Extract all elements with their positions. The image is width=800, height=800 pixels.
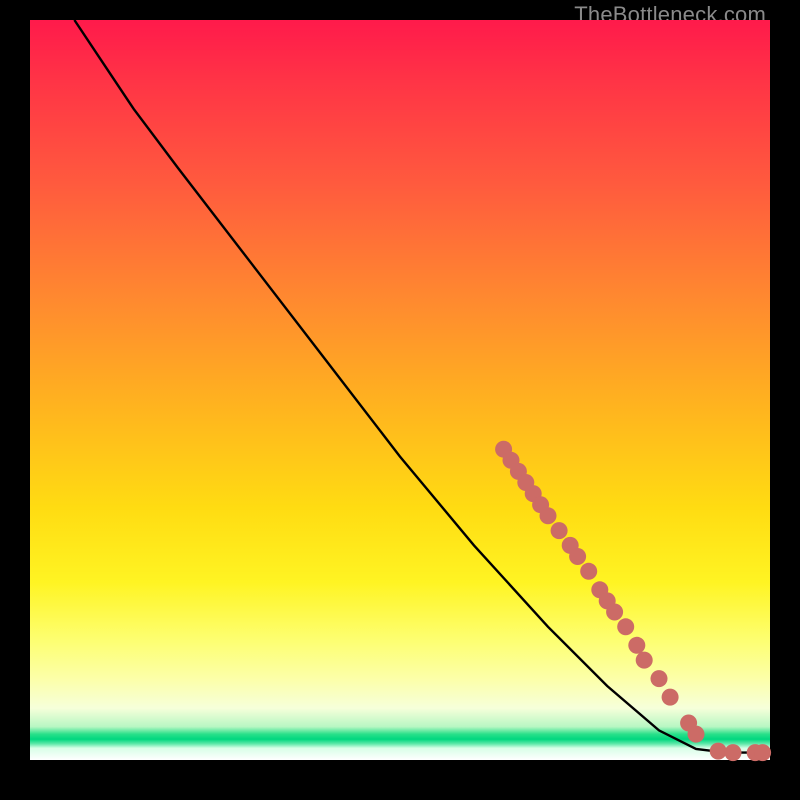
data-marker xyxy=(540,507,557,524)
data-marker xyxy=(725,744,742,761)
data-marker xyxy=(580,563,597,580)
plot-area xyxy=(30,20,770,760)
chart-frame xyxy=(30,20,770,780)
data-marker xyxy=(651,670,668,687)
data-marker xyxy=(606,604,623,621)
data-marker xyxy=(551,522,568,539)
data-marker xyxy=(617,618,634,635)
marker-group xyxy=(495,441,771,761)
data-marker xyxy=(636,652,653,669)
bottleneck-curve-line xyxy=(74,20,770,753)
data-marker xyxy=(662,689,679,706)
data-marker xyxy=(569,548,586,565)
data-marker xyxy=(710,743,727,760)
chart-svg xyxy=(30,20,770,760)
data-marker xyxy=(754,744,771,761)
data-marker xyxy=(628,637,645,654)
data-marker xyxy=(688,726,705,743)
